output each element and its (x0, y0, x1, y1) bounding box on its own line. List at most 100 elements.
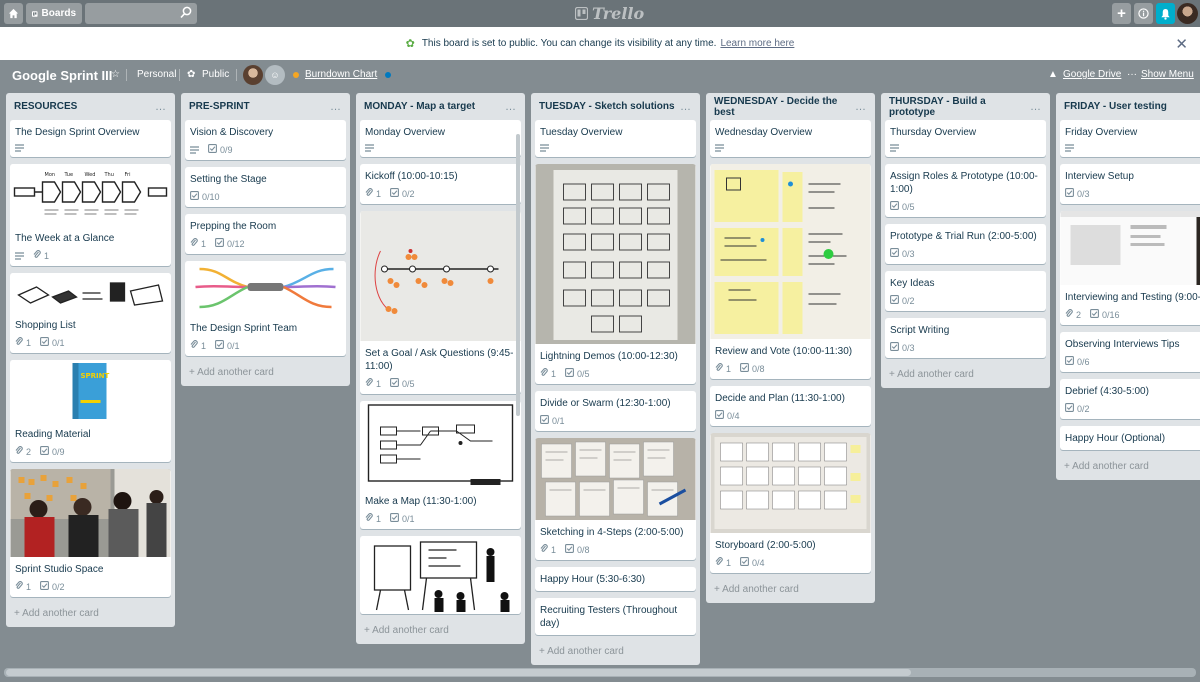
create-button[interactable]: + (1112, 3, 1131, 24)
card[interactable]: The Design Sprint Overview (10, 120, 171, 157)
list[interactable]: FRIDAY - User testing… Friday Overview Int… (1056, 93, 1200, 480)
card[interactable]: Recruiting Testers (Throughout day) (535, 598, 696, 635)
attachment-count: 1 (726, 363, 732, 374)
card[interactable]: Divide or Swarm (12:30-1:00) 0/1 (535, 391, 696, 431)
search-icon[interactable] (180, 6, 192, 20)
card[interactable]: Monday Overview (360, 120, 521, 157)
add-card-button[interactable]: + Add another card (881, 365, 1050, 388)
trello-logo-icon (575, 7, 588, 20)
add-card-button[interactable]: + Add another card (1056, 457, 1200, 480)
list-menu-icon[interactable]: … (155, 101, 167, 113)
card[interactable]: Wednesday Overview (710, 120, 871, 157)
card[interactable]: Assign Roles & Prototype (10:00-1:00) 0/5 (885, 164, 1046, 217)
header-divider (126, 69, 127, 81)
card[interactable]: Script Writing 0/3 (885, 318, 1046, 358)
card-badges: 2 0/9 (15, 446, 166, 457)
list-title[interactable]: WEDNESDAY - Decide the best (714, 96, 855, 118)
card[interactable]: Observing Interviews Tips 0/6 (1060, 332, 1200, 372)
list[interactable]: TUESDAY - Sketch solutions … Tuesday Overv… (531, 93, 700, 665)
card[interactable]: Debrief (4:30-5:00) 0/2 (1060, 379, 1200, 419)
card-cover-image (360, 211, 521, 341)
team-label[interactable]: Personal (137, 69, 176, 80)
card[interactable]: Shopping List 1 0/1 (10, 273, 171, 353)
star-icon[interactable]: ☆ (111, 69, 120, 80)
card[interactable]: SPRINT Reading Material 2 0/9 (10, 360, 171, 462)
list[interactable]: MONDAY - Map a target … Monday Overview Kic… (356, 93, 525, 644)
list-header[interactable]: FRIDAY - User testing… (1056, 93, 1200, 120)
card[interactable]: Tuesday Overview (535, 120, 696, 157)
add-card-button[interactable]: + Add another card (356, 621, 525, 644)
card[interactable]: Vision & Discovery 0/9 (185, 120, 346, 160)
card[interactable]: Mon Tue Wed Thu Fri The Week at a Glance 1 (10, 164, 171, 266)
card-body: Interview Setup 0/3 (1060, 164, 1200, 204)
card[interactable]: Lightning Demos (10:00-12:30) 1 0/5 (535, 164, 696, 384)
add-card-button[interactable]: + Add another card (6, 604, 175, 627)
list-scrollbar[interactable] (516, 134, 520, 416)
close-icon[interactable]: ✕ (1175, 35, 1188, 53)
card[interactable]: Decide and Plan (11:30-1:00) 0/4 (710, 386, 871, 426)
list[interactable]: RESOURCES … The Design Sprint Overview Mon T… (6, 93, 175, 627)
list-header[interactable]: TUESDAY - Sketch solutions … (531, 93, 700, 120)
card[interactable]: The Design Sprint Team 1 0/1 (185, 261, 346, 356)
add-member-icon[interactable]: ☺ (265, 65, 285, 85)
card[interactable]: Happy Hour (5:30-6:30) (535, 567, 696, 591)
card[interactable]: Kickoff (10:00-10:15) 1 0/2 (360, 164, 521, 204)
card[interactable]: Review and Vote (10:00-11:30) 1 0/8 (710, 164, 871, 379)
card[interactable]: Sketching in 4-Steps (2:00-5:00) 1 0/8 (535, 438, 696, 560)
card[interactable]: Prototype & Trial Run (2:00-5:00) 0/3 (885, 224, 1046, 264)
visibility-label[interactable]: Public (202, 69, 229, 80)
card[interactable]: Thursday Overview (885, 120, 1046, 157)
notifications-button[interactable] (1156, 3, 1175, 24)
svg-text:Mon: Mon (45, 172, 56, 178)
info-button[interactable] (1134, 3, 1153, 24)
burndown-chart-link[interactable]: Burndown Chart (305, 69, 377, 80)
list-header[interactable]: THURSDAY - Build a prototype… (881, 93, 1050, 120)
list-title[interactable]: THURSDAY - Build a prototype (889, 96, 1030, 118)
show-menu-link[interactable]: Show Menu (1141, 69, 1194, 80)
card[interactable]: Happy Hour (Optional) (1060, 426, 1200, 450)
list-title[interactable]: RESOURCES (14, 101, 77, 112)
list-menu-icon[interactable]: … (330, 101, 342, 113)
list-menu-icon[interactable]: … (505, 101, 517, 113)
card[interactable]: Interviewing and Testing (9:00-4:0 2 0/16 (1060, 211, 1200, 325)
user-avatar[interactable] (1177, 3, 1198, 24)
google-drive-link[interactable]: Google Drive (1063, 69, 1121, 80)
card[interactable]: Set a Goal / Ask Questions (9:45-11:00) 1… (360, 211, 521, 394)
learn-more-link[interactable]: Learn more here (720, 38, 794, 49)
list-header[interactable]: RESOURCES … (6, 93, 175, 120)
list-header[interactable]: MONDAY - Map a target … (356, 93, 525, 120)
list[interactable]: THURSDAY - Build a prototype… Thursday Ov… (881, 93, 1050, 388)
board-title[interactable]: Google Sprint III (12, 68, 112, 83)
add-card-button[interactable]: + Add another card (181, 363, 350, 386)
member-avatar[interactable] (243, 65, 263, 85)
list-header[interactable]: PRE-SPRINT … (181, 93, 350, 120)
attachment-badge: 1 (15, 337, 31, 348)
list-header[interactable]: WEDNESDAY - Decide the best… (706, 93, 875, 120)
card[interactable] (360, 536, 521, 614)
list-title[interactable]: PRE-SPRINT (189, 101, 250, 112)
card-title: Sketching in 4-Steps (2:00-5:00) (540, 527, 684, 538)
add-card-button[interactable]: + Add another card (706, 580, 875, 603)
card[interactable]: Storyboard (2:00-5:00) 1 0/4 (710, 433, 871, 573)
list-menu-icon[interactable]: … (855, 101, 867, 113)
board-scrollbar[interactable] (4, 668, 1196, 677)
card[interactable]: Sprint Studio Space 1 0/2 (10, 469, 171, 597)
card[interactable]: Make a Map (11:30-1:00) 1 0/1 (360, 401, 521, 529)
trello-logo[interactable]: Trello (575, 4, 644, 23)
card[interactable]: Key Ideas 0/2 (885, 271, 1046, 311)
list-title[interactable]: FRIDAY - User testing (1064, 101, 1167, 112)
add-card-button[interactable]: + Add another card (531, 642, 700, 665)
boards-button[interactable]: Boards (26, 3, 82, 24)
card[interactable]: Interview Setup 0/3 (1060, 164, 1200, 204)
list-menu-icon[interactable]: … (1030, 101, 1042, 113)
list-title[interactable]: TUESDAY - Sketch solutions (539, 101, 675, 112)
card[interactable]: Prepping the Room 1 0/12 (185, 214, 346, 254)
home-button[interactable] (4, 3, 23, 24)
list[interactable]: WEDNESDAY - Decide the best… Wednesday Ov… (706, 93, 875, 603)
card[interactable]: Setting the Stage 0/10 (185, 167, 346, 207)
list[interactable]: PRE-SPRINT … Vision & Discovery 0/9 Setting … (181, 93, 350, 386)
scrollbar-thumb[interactable] (6, 669, 911, 676)
list-menu-icon[interactable]: … (680, 101, 692, 113)
card[interactable]: Friday Overview (1060, 120, 1200, 157)
list-title[interactable]: MONDAY - Map a target (364, 101, 475, 112)
